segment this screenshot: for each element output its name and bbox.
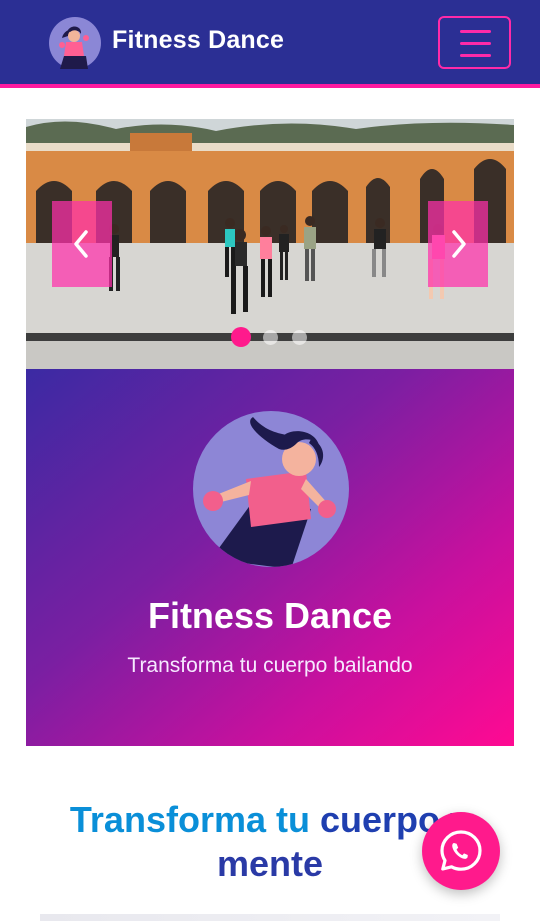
whatsapp-icon (440, 830, 482, 871)
chevron-right-icon (452, 230, 466, 258)
hero-title: Fitness Dance (147, 595, 393, 636)
carousel-indicators (26, 327, 514, 347)
hero-banner: Fitness Dance Transforma tu cuerpo baila… (26, 369, 514, 746)
dancer-illustration (193, 411, 349, 567)
section-title-line2: mente (216, 843, 324, 884)
section-title-part: Transforma tu (69, 799, 310, 840)
hamburger-menu-button[interactable] (438, 16, 511, 69)
whatsapp-button[interactable] (422, 812, 500, 890)
hamburger-bar (460, 42, 491, 45)
next-text-peek (40, 914, 500, 921)
dancer-logo-icon[interactable] (48, 16, 102, 70)
carousel-indicator-active[interactable] (231, 327, 251, 347)
carousel-indicator[interactable] (292, 330, 307, 345)
chevron-left-icon (74, 230, 88, 258)
carousel-next-button[interactable] (428, 201, 488, 287)
brand-name[interactable]: Fitness Dance (112, 26, 284, 55)
image-carousel (26, 119, 514, 369)
carousel-prev-button[interactable] (52, 201, 112, 287)
carousel-indicator[interactable] (263, 330, 278, 345)
hamburger-bar (460, 54, 491, 57)
hero-subtitle: Transforma tu cuerpo bailando (127, 654, 413, 677)
navbar: Fitness Dance (0, 0, 540, 88)
hamburger-menu-icon (460, 30, 491, 33)
